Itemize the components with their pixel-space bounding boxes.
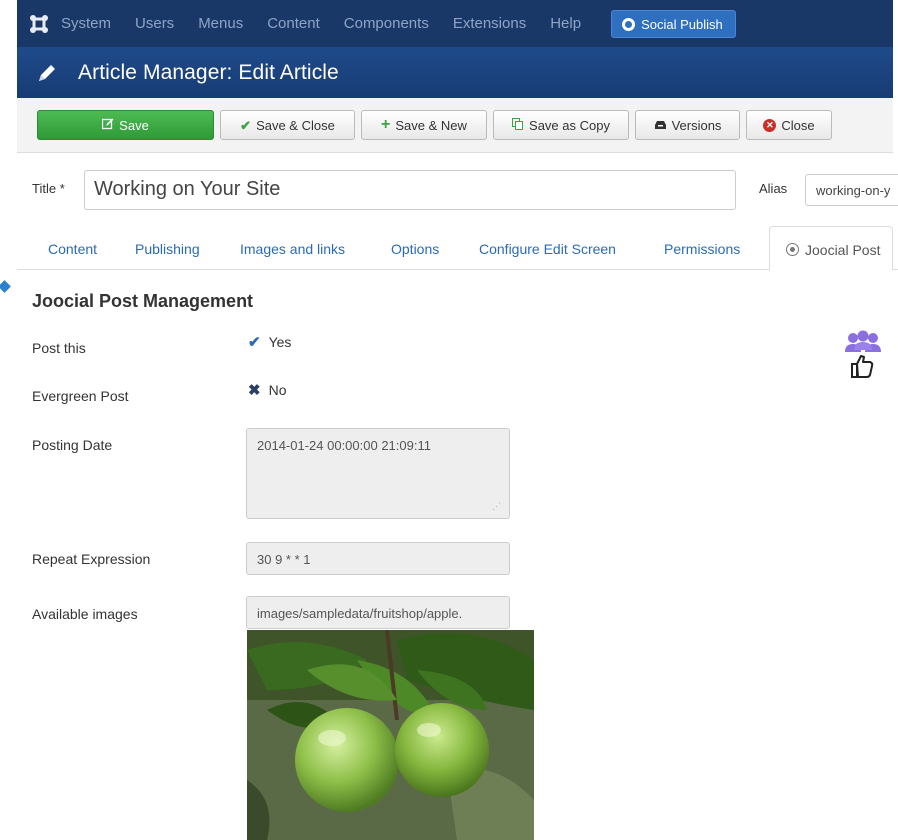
edit-icon bbox=[102, 118, 114, 132]
save-copy-button[interactable]: Save as Copy bbox=[493, 110, 629, 140]
section-heading: Joocial Post Management bbox=[32, 291, 254, 311]
evergreen-value: No bbox=[268, 382, 287, 398]
tab-permissions[interactable]: Permissions bbox=[664, 241, 740, 257]
social-publish-button[interactable]: Social Publish bbox=[611, 9, 736, 38]
available-images-value: images/sampledata/fruitshop/apple. bbox=[257, 606, 463, 621]
social-group-icon bbox=[843, 330, 883, 387]
close-icon: ✕ bbox=[763, 118, 777, 132]
menu-content[interactable]: Content bbox=[267, 15, 320, 32]
close-label: Close bbox=[781, 117, 815, 133]
evergreen-toggle[interactable]: ✖ No bbox=[248, 381, 286, 399]
page-header: Article Manager: Edit Article bbox=[17, 47, 893, 98]
versions-button[interactable]: Versions bbox=[635, 110, 740, 140]
save-button[interactable]: Save bbox=[37, 110, 214, 140]
save-close-button[interactable]: ✔ Save & Close bbox=[220, 110, 355, 140]
plus-icon: + bbox=[381, 116, 391, 133]
tab-publishing[interactable]: Publishing bbox=[135, 241, 200, 257]
menu-users[interactable]: Users bbox=[135, 15, 174, 32]
close-button[interactable]: ✕ Close bbox=[746, 110, 832, 140]
save-new-button[interactable]: + Save & New bbox=[361, 110, 487, 140]
posting-date-value: 2014-01-24 00:00:00 21:09:11 bbox=[257, 438, 431, 453]
save-copy-label: Save as Copy bbox=[529, 117, 610, 133]
post-this-toggle[interactable]: ✔ Yes bbox=[248, 333, 291, 351]
image-preview bbox=[247, 630, 534, 840]
evergreen-label: Evergreen Post bbox=[32, 388, 129, 404]
top-menu-bar: System Users Menus Content Components Ex… bbox=[17, 0, 893, 47]
toolbar: Save ✔ Save & Close + Save & New Save as… bbox=[17, 98, 893, 153]
menu-components[interactable]: Components bbox=[344, 15, 429, 32]
post-this-value: Yes bbox=[268, 334, 292, 350]
tab-bar: Content Publishing Images and links Opti… bbox=[17, 226, 898, 271]
title-input[interactable]: Working on Your Site bbox=[84, 170, 736, 210]
repeat-expression-input[interactable]: 30 9 * * 1 bbox=[246, 542, 510, 575]
repeat-expression-value: 30 9 * * 1 bbox=[257, 552, 311, 567]
tab-content[interactable]: Content bbox=[48, 241, 97, 257]
joomla-logo-icon[interactable] bbox=[17, 14, 61, 34]
title-label: Title * bbox=[32, 181, 65, 196]
resize-handle-icon[interactable]: ⋰ bbox=[492, 501, 501, 512]
archive-icon bbox=[654, 119, 667, 132]
versions-label: Versions bbox=[671, 117, 722, 133]
menu-system[interactable]: System bbox=[61, 15, 111, 32]
save-close-label: Save & Close bbox=[256, 117, 335, 133]
menu-menus[interactable]: Menus bbox=[198, 15, 243, 32]
check-icon: ✔ bbox=[248, 334, 261, 351]
copy-icon bbox=[512, 118, 524, 132]
x-icon: ✖ bbox=[248, 382, 261, 399]
menu-help[interactable]: Help bbox=[550, 15, 581, 32]
side-marker bbox=[0, 280, 11, 293]
pencil-icon bbox=[36, 62, 62, 84]
posting-date-label: Posting Date bbox=[32, 437, 113, 453]
tab-joocial-post-label: Joocial Post bbox=[805, 242, 881, 258]
available-images-select[interactable]: images/sampledata/fruitshop/apple. bbox=[246, 596, 510, 629]
save-new-label: Save & New bbox=[395, 117, 467, 133]
check-icon: ✔ bbox=[240, 117, 252, 133]
menu-extensions[interactable]: Extensions bbox=[453, 15, 526, 32]
tab-images-and-links[interactable]: Images and links bbox=[240, 241, 345, 257]
alias-label: Alias bbox=[759, 181, 788, 196]
tab-configure-edit-screen[interactable]: Configure Edit Screen bbox=[479, 241, 616, 257]
social-publish-label: Social Publish bbox=[641, 16, 723, 32]
page-title: Article Manager: Edit Article bbox=[78, 60, 339, 84]
save-button-label: Save bbox=[119, 117, 149, 133]
post-this-label: Post this bbox=[32, 340, 86, 356]
tab-joocial-post[interactable]: Joocial Post bbox=[769, 226, 894, 271]
posting-date-textarea[interactable]: 2014-01-24 00:00:00 21:09:11 ⋰ bbox=[246, 428, 510, 519]
tab-options[interactable]: Options bbox=[391, 241, 439, 257]
repeat-expression-label: Repeat Expression bbox=[32, 551, 151, 567]
alias-input[interactable]: working-on-y bbox=[805, 174, 898, 206]
available-images-label: Available images bbox=[32, 606, 138, 622]
social-publish-icon bbox=[622, 17, 636, 31]
joocial-icon bbox=[786, 243, 799, 256]
